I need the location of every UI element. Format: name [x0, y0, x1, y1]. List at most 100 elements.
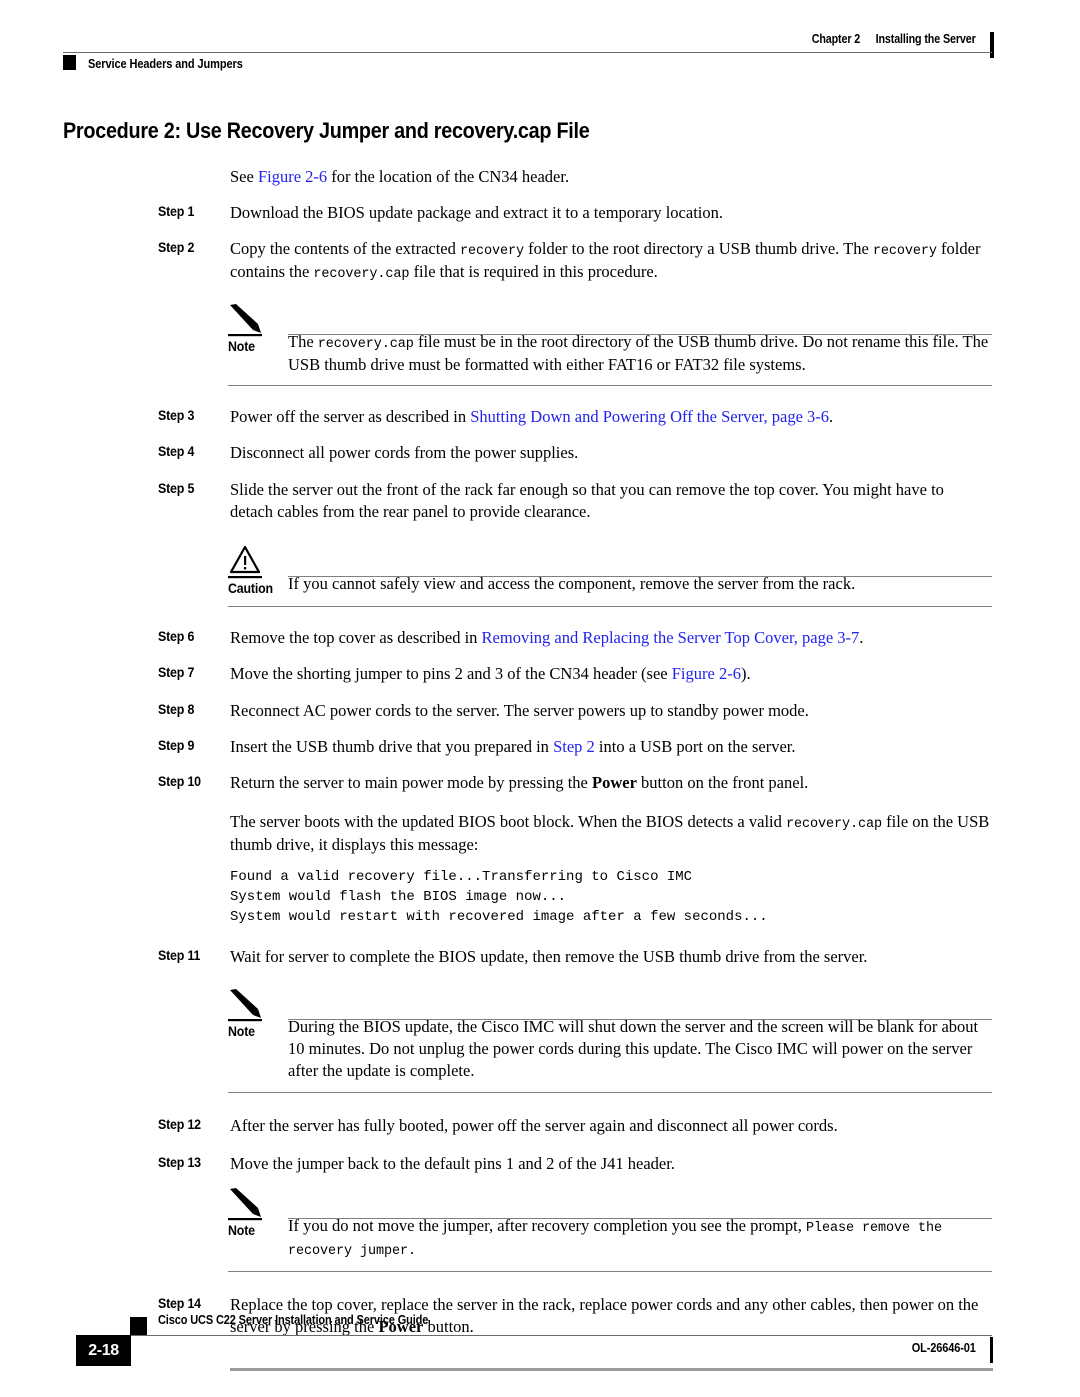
step-text: Copy the contents of the extracted recov… — [230, 238, 990, 284]
note-top-rule — [288, 1218, 992, 1220]
step-text-fragment: Power off the server as described in — [230, 407, 471, 427]
figure-2-6-link[interactable]: Figure 2-6 — [258, 167, 327, 186]
step-text-fragment: ). — [740, 664, 751, 684]
step-text-fragment: into a USB port on the server. — [594, 736, 796, 756]
footer-rule — [130, 1335, 992, 1336]
step-label: Step 6 — [158, 629, 195, 645]
step-text-fragment: file that is required in this procedure. — [409, 262, 658, 282]
step-text-fragment: button on the front panel. — [636, 773, 809, 793]
step-item: Step 9 Insert the USB thumb drive that y… — [0, 736, 990, 758]
footer-book-title: Cisco UCS C22 Server Installation and Se… — [158, 1313, 429, 1327]
note-label: Note — [228, 1023, 255, 1039]
code-recovery-folder: recovery — [872, 244, 937, 260]
step-text: Insert the USB thumb drive that you prep… — [230, 736, 990, 758]
step-text-fragment: . — [829, 407, 834, 427]
step-item: Step 3 Power off the server as described… — [0, 406, 990, 428]
lead-text-after: for the location of the CN34 header. — [327, 167, 570, 186]
note-block: Note If you do not move the jumper, afte… — [0, 1187, 993, 1272]
step-text: Disconnect all power cords from the powe… — [230, 443, 579, 463]
note-label: Note — [228, 1223, 255, 1239]
step-text-fragment: . — [859, 628, 864, 648]
note-pencil-icon — [228, 988, 274, 1022]
note-block: Note The recovery.cap file must be in th… — [0, 303, 993, 387]
caution-text: If you cannot safely view and access the… — [288, 574, 856, 594]
page-header: Chapter 2 Installing the Server Service H… — [0, 0, 1080, 92]
step-label: Step 10 — [158, 774, 201, 790]
step-item: Step 13 Move the jumper back to the defa… — [0, 1153, 990, 1175]
header-section-title: Service Headers and Jumpers — [88, 57, 243, 71]
note-text: During the BIOS update, the Cisco IMC wi… — [288, 1016, 979, 1081]
header-chapter-title: Installing the Server — [875, 32, 976, 46]
step-text-fragment: Insert the USB thumb drive that you prep… — [230, 736, 554, 756]
note-top-rule — [288, 333, 992, 335]
removing-top-cover-link[interactable]: Removing and Replacing the Server Top Co… — [482, 628, 860, 647]
caution-bottom-rule — [228, 606, 992, 608]
step-label: Step 5 — [158, 480, 195, 496]
step-text: Remove the top cover as described in Rem… — [230, 627, 990, 649]
footer-bullet-square-icon — [130, 1317, 147, 1335]
header-bullet-square-icon — [63, 55, 76, 70]
note-pencil-icon — [228, 1187, 274, 1221]
step-item: Step 2 Copy the contents of the extracte… — [0, 238, 990, 284]
figure-2-6-link[interactable]: Figure 2-6 — [672, 664, 741, 683]
step-label: Step 2 — [158, 240, 195, 256]
step-text-fragment: Return the server to main power mode by … — [230, 773, 592, 793]
page-number: 2-18 — [88, 1342, 119, 1359]
step-item: Step 4 Disconnect all power cords from t… — [0, 442, 990, 464]
step-item: Step 6 Remove the top cover as described… — [0, 627, 990, 649]
step-item: Step 12 After the server has fully boote… — [0, 1115, 990, 1137]
code-recovery-folder: recovery — [460, 244, 525, 260]
note-bottom-rule — [228, 385, 992, 387]
page-footer: Cisco UCS C22 Server Installation and Se… — [0, 1303, 1080, 1375]
console-output: Found a valid recovery file...Transferri… — [230, 869, 768, 925]
step-item: Step 1 Download the BIOS update package … — [0, 202, 990, 224]
note-block: Note During the BIOS update, the Cisco I… — [0, 988, 993, 1093]
step-text-fragment: Remove the top cover as described in — [230, 628, 482, 648]
caution-top-rule — [288, 576, 992, 578]
note-top-rule — [288, 1018, 992, 1020]
header-end-tick — [990, 32, 994, 58]
step-label: Step 12 — [158, 1116, 201, 1132]
footer-document-id: OL-26646-01 — [912, 1341, 976, 1355]
code-recovery-cap: recovery.cap — [313, 267, 410, 283]
page-content: Procedure 2: Use Recovery Jumper and rec… — [0, 118, 1080, 1372]
shutting-down-link[interactable]: Shutting Down and Powering Off the Serve… — [470, 407, 829, 426]
step-label: Step 11 — [158, 947, 201, 963]
boot-message-paragraph: The server boots with the updated BIOS b… — [230, 811, 995, 856]
caution-label: Caution — [228, 581, 273, 597]
step-label: Step 7 — [158, 665, 195, 681]
step-text: Move the shorting jumper to pins 2 and 3… — [230, 663, 990, 685]
step-text-fragment: Move the shorting jumper to pins 2 and 3… — [230, 664, 672, 684]
power-bold: Power — [592, 773, 637, 793]
step-text: Slide the server out the front of the ra… — [230, 479, 944, 521]
page-title: Procedure 2: Use Recovery Jumper and rec… — [63, 118, 590, 143]
step-label: Step 9 — [158, 737, 195, 753]
header-chapter: Chapter 2 Installing the Server — [812, 32, 976, 46]
step-label: Step 3 — [158, 408, 195, 424]
note-bottom-rule — [228, 1270, 992, 1272]
header-rule — [63, 52, 992, 53]
step-label: Step 4 — [158, 444, 195, 460]
step-2-link[interactable]: Step 2 — [553, 737, 595, 756]
step-text: Move the jumper back to the default pins… — [230, 1153, 675, 1173]
step-text: Download the BIOS update package and ext… — [230, 202, 724, 222]
note-label: Note — [228, 338, 255, 354]
footer-end-tick — [990, 1337, 993, 1363]
step-text: Return the server to main power mode by … — [230, 772, 990, 794]
header-chapter-number: Chapter 2 — [812, 32, 861, 46]
note-text: If you do not move the jumper, after rec… — [288, 1187, 993, 1261]
step-item: Step 7 Move the shorting jumper to pins … — [0, 663, 990, 685]
step-text-fragment: Copy the contents of the extracted — [230, 239, 461, 259]
step-item: Step 5 Slide the server out the front of… — [0, 479, 990, 524]
code-recovery-cap: recovery.cap — [786, 816, 883, 832]
step-label: Step 13 — [158, 1154, 201, 1170]
step-text: Reconnect AC power cords to the server. … — [230, 700, 809, 720]
step-label: Step 8 — [158, 701, 195, 717]
code-recovery-cap: recovery.cap — [317, 336, 414, 352]
note-text: The recovery.cap file must be in the roo… — [288, 303, 993, 376]
step-text-fragment: folder to the root directory a USB thumb… — [524, 239, 873, 259]
step-item: Step 11 Wait for server to complete the … — [0, 946, 990, 968]
step-item: Step 10 Return the server to main power … — [0, 772, 990, 794]
step-item: Step 8 Reconnect AC power cords to the s… — [0, 700, 990, 722]
boot-text-fragment: The server boots with the updated BIOS b… — [230, 811, 786, 831]
